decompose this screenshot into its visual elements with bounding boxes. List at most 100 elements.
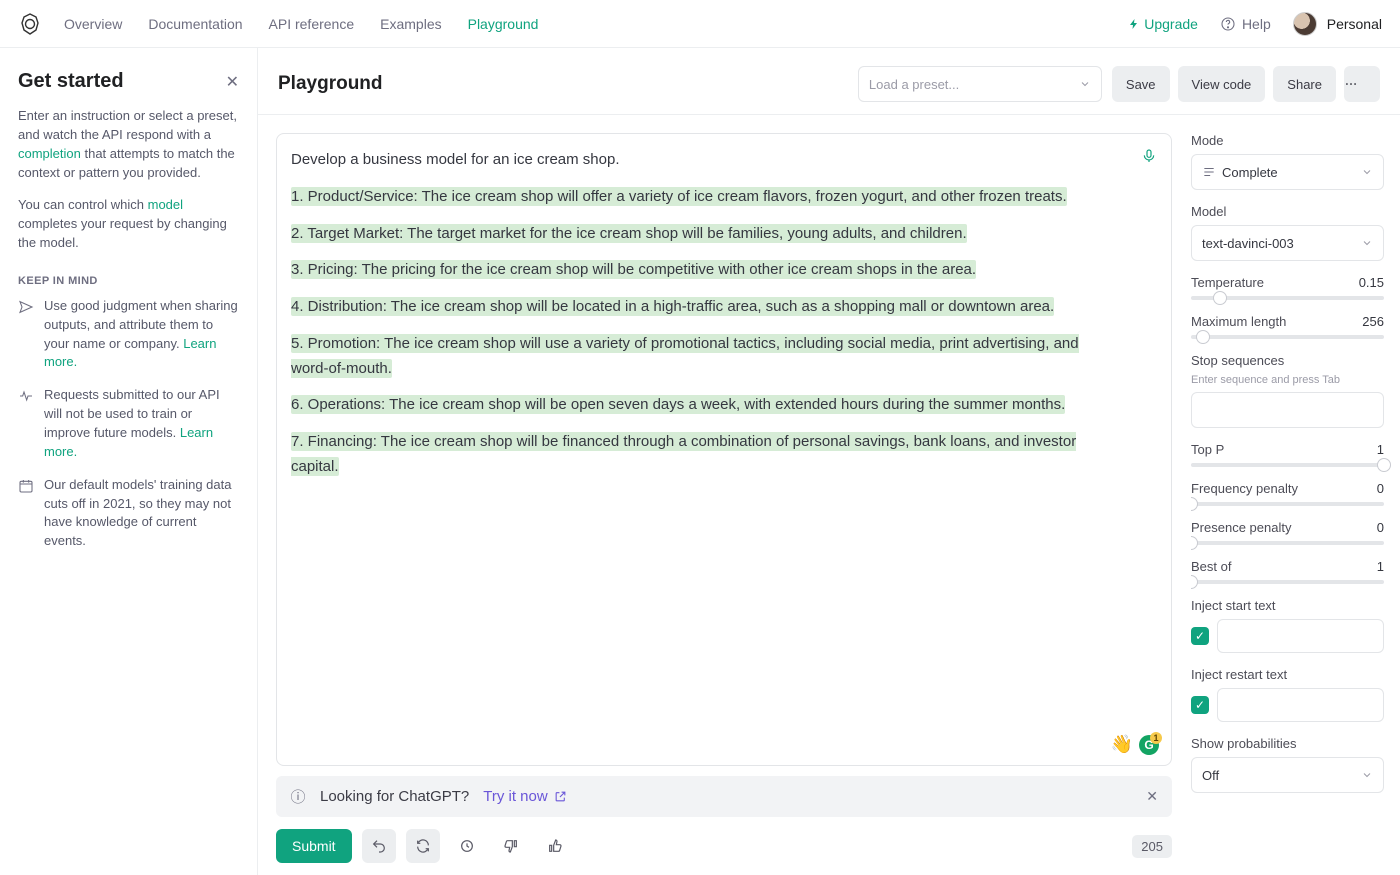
frequency-penalty-value: 0 [1377, 481, 1384, 496]
wave-emoji-icon[interactable]: 👋 [1111, 734, 1133, 755]
nav-documentation[interactable]: Documentation [148, 16, 242, 32]
frequency-penalty-label: Frequency penalty [1191, 481, 1298, 496]
calendar-icon [18, 478, 34, 551]
submit-button[interactable]: Submit [276, 829, 352, 863]
model-link[interactable]: model [148, 197, 183, 212]
avatar [1293, 12, 1317, 36]
settings-panel: Mode Complete Model text-davinci-003 Tem… [1190, 115, 1400, 875]
completion-line: 1. Product/Service: The ice cream shop w… [291, 187, 1067, 206]
preset-select[interactable]: Load a preset... [858, 66, 1102, 102]
upgrade-link[interactable]: Upgrade [1128, 16, 1198, 32]
page-title: Playground [278, 73, 383, 95]
undo-button[interactable] [362, 829, 396, 863]
inject-start-label: Inject start text [1191, 598, 1384, 613]
top-p-label: Top P [1191, 442, 1224, 457]
help-icon [1220, 16, 1236, 32]
tip-item: Requests submitted to our API will not b… [18, 386, 239, 461]
info-icon: ⓘ [290, 786, 306, 807]
model-select[interactable]: text-davinci-003 [1191, 225, 1384, 261]
frequency-penalty-slider[interactable] [1191, 502, 1384, 506]
presence-penalty-value: 0 [1377, 520, 1384, 535]
editor[interactable]: Develop a business model for an ice crea… [276, 133, 1172, 766]
thumbs-down-icon [503, 838, 519, 854]
nav-examples[interactable]: Examples [380, 16, 441, 32]
chevron-down-icon [1079, 78, 1091, 90]
max-length-value: 256 [1362, 314, 1384, 329]
completion-line: 3. Pricing: The pricing for the ice crea… [291, 260, 976, 279]
save-button[interactable]: Save [1112, 66, 1170, 102]
show-probabilities-label: Show probabilities [1191, 736, 1384, 751]
temperature-slider[interactable] [1191, 296, 1384, 300]
sidebar-intro: Enter an instruction or select a preset,… [18, 107, 239, 182]
stop-sequences-label: Stop sequences [1191, 353, 1384, 368]
nav-links: Overview Documentation API reference Exa… [64, 16, 538, 32]
keep-in-mind-heading: KEEP IN MIND [18, 275, 239, 287]
more-button[interactable] [1344, 66, 1380, 102]
inject-restart-checkbox[interactable]: ✓ [1191, 696, 1209, 714]
completion-line: 5. Promotion: The ice cream shop will us… [291, 334, 1079, 378]
grammarly-icon[interactable]: G1 [1139, 735, 1159, 755]
chatgpt-banner-text: Looking for ChatGPT? [320, 788, 469, 805]
completion-line: 7. Financing: The ice cream shop will be… [291, 432, 1076, 476]
temperature-value: 0.15 [1359, 275, 1384, 290]
inject-start-input[interactable] [1217, 619, 1384, 653]
completion-line: 2. Target Market: The target market for … [291, 224, 967, 243]
stop-sequences-hint: Enter sequence and press Tab [1191, 374, 1384, 386]
top-nav: Overview Documentation API reference Exa… [0, 0, 1400, 48]
ellipsis-icon [1344, 77, 1358, 91]
history-button[interactable] [450, 829, 484, 863]
view-code-button[interactable]: View code [1178, 66, 1266, 102]
max-length-slider[interactable] [1191, 335, 1384, 339]
tip-item: Use good judgment when sharing outputs, … [18, 297, 239, 372]
history-icon [459, 838, 475, 854]
sidebar-title: Get started [18, 70, 124, 93]
lines-icon [1202, 165, 1216, 179]
presence-penalty-slider[interactable] [1191, 541, 1384, 545]
inject-restart-input[interactable] [1217, 688, 1384, 722]
max-length-label: Maximum length [1191, 314, 1286, 329]
nav-right: Upgrade Help Personal [1128, 12, 1382, 36]
nav-overview[interactable]: Overview [64, 16, 122, 32]
chevron-down-icon [1361, 166, 1373, 178]
completion-link[interactable]: completion [18, 146, 81, 161]
sidebar: Get started ✕ Enter an instruction or se… [0, 48, 258, 875]
presence-penalty-label: Presence penalty [1191, 520, 1291, 535]
thumbs-up-button[interactable] [538, 829, 572, 863]
send-icon [18, 299, 34, 372]
undo-icon [371, 838, 387, 854]
account-label: Personal [1327, 16, 1382, 32]
try-chatgpt-link[interactable]: Try it now [483, 788, 566, 805]
activity-icon [18, 388, 34, 461]
thumbs-up-icon [547, 838, 563, 854]
stop-sequences-input[interactable] [1191, 392, 1384, 428]
external-link-icon [554, 790, 567, 803]
regenerate-button[interactable] [406, 829, 440, 863]
account-menu[interactable]: Personal [1293, 12, 1382, 36]
show-probabilities-select[interactable]: Off [1191, 757, 1384, 793]
bolt-icon [1128, 18, 1140, 30]
close-icon[interactable]: ✕ [1146, 788, 1158, 805]
tip-item: Our default models' training data cuts o… [18, 476, 239, 551]
chevron-down-icon [1361, 237, 1373, 249]
microphone-icon[interactable] [1141, 148, 1157, 164]
preset-placeholder: Load a preset... [869, 77, 959, 92]
best-of-value: 1 [1377, 559, 1384, 574]
mode-select[interactable]: Complete [1191, 154, 1384, 190]
main-header: Playground Load a preset... Save View co… [258, 48, 1400, 115]
share-button[interactable]: Share [1273, 66, 1336, 102]
token-count: 205 [1132, 835, 1172, 858]
model-label: Model [1191, 204, 1384, 219]
mode-label: Mode [1191, 133, 1384, 148]
help-link[interactable]: Help [1220, 16, 1271, 32]
inject-start-checkbox[interactable]: ✓ [1191, 627, 1209, 645]
chatgpt-banner: ⓘ Looking for ChatGPT? Try it now ✕ [276, 776, 1172, 817]
close-icon[interactable]: ✕ [226, 72, 239, 92]
best-of-slider[interactable] [1191, 580, 1384, 584]
nav-playground[interactable]: Playground [468, 16, 539, 32]
top-p-slider[interactable] [1191, 463, 1384, 467]
openai-logo-icon [18, 12, 42, 36]
thumbs-down-button[interactable] [494, 829, 528, 863]
sidebar-model-note: You can control which model completes yo… [18, 196, 239, 253]
nav-api-reference[interactable]: API reference [269, 16, 355, 32]
top-p-value: 1 [1377, 442, 1384, 457]
